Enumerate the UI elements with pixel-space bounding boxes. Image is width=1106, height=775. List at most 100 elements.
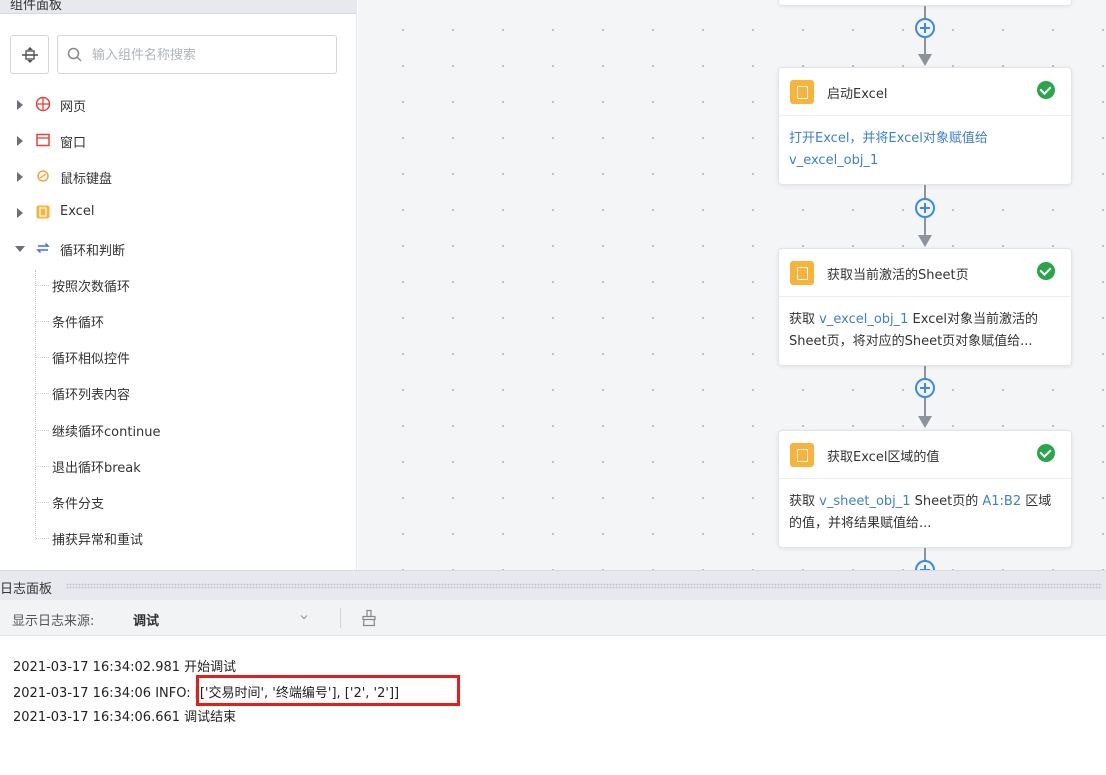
expand-collapse-icon bbox=[21, 46, 38, 63]
toolbar-divider bbox=[340, 608, 341, 628]
tree-item-try-catch-retry[interactable]: 捕获异常和重试 bbox=[36, 526, 336, 552]
arrow-down-icon bbox=[918, 235, 932, 247]
collapse-arrow-icon[interactable] bbox=[15, 246, 25, 252]
card-description: 打开Excel，并将Excel对象赋值给 v_excel_obj_1 bbox=[779, 116, 1071, 184]
tree-category-excel[interactable]: Excel bbox=[0, 199, 356, 227]
category-label: 鼠标键盘 bbox=[60, 172, 113, 187]
expand-arrow-icon[interactable] bbox=[17, 172, 23, 182]
category-label: 循环和判断 bbox=[60, 244, 126, 259]
flow-connector bbox=[910, 185, 940, 247]
add-step-plus-icon[interactable] bbox=[915, 560, 935, 570]
tree-connector bbox=[36, 393, 49, 394]
highlight-annotation-box bbox=[196, 675, 460, 706]
tree-connector bbox=[36, 466, 49, 467]
component-search-row bbox=[10, 35, 337, 74]
tree-item-loop-by-count[interactable]: 按照次数循环 bbox=[36, 273, 336, 299]
tree-item-label: 退出循环break bbox=[52, 461, 141, 476]
window-icon bbox=[36, 133, 50, 147]
card-variable: A1:B2 bbox=[982, 494, 1022, 509]
resize-grip[interactable] bbox=[66, 583, 1102, 589]
chevron-down-icon[interactable] bbox=[300, 613, 308, 621]
log-source-label: 显示日志来源: bbox=[12, 614, 95, 629]
tree-connector bbox=[36, 357, 49, 358]
tree-item-label: 循环相似控件 bbox=[52, 352, 131, 367]
tree-item-label: 捕获异常和重试 bbox=[52, 533, 144, 548]
log-panel-header[interactable]: 日志面板 bbox=[0, 570, 1106, 600]
card-header: 获取当前激活的Sheet页 bbox=[779, 249, 1071, 297]
card-title: 启动Excel bbox=[827, 87, 888, 102]
flow-card-get-active-sheet[interactable]: 获取当前激活的Sheet页 获取 v_excel_obj_1 Excel对象当前… bbox=[778, 248, 1072, 366]
card-desc-text: 获取 bbox=[789, 312, 820, 327]
card-header: 启动Excel bbox=[779, 68, 1071, 116]
mouse-keyboard-icon bbox=[37, 170, 49, 182]
category-label: Excel bbox=[60, 204, 95, 219]
expand-arrow-icon[interactable] bbox=[17, 208, 23, 218]
flow-connector bbox=[910, 366, 940, 428]
card-title: 获取Excel区域的值 bbox=[827, 450, 940, 465]
category-label: 窗口 bbox=[60, 136, 87, 151]
expand-arrow-icon[interactable] bbox=[17, 100, 23, 110]
card-desc-text: 获取 bbox=[789, 494, 820, 509]
tree-connector bbox=[36, 538, 49, 539]
globe-icon bbox=[35, 96, 51, 112]
tree-item-break[interactable]: 退出循环break bbox=[36, 454, 336, 480]
component-panel: 组件面板 网页 bbox=[0, 0, 357, 570]
tree-item-loop-similar-controls[interactable]: 循环相似控件 bbox=[36, 345, 336, 371]
excel-icon bbox=[790, 261, 814, 285]
arrow-down-icon bbox=[918, 54, 932, 66]
search-icon bbox=[67, 47, 82, 62]
success-check-icon bbox=[1037, 81, 1055, 99]
arrow-down-icon bbox=[918, 416, 932, 428]
flow-connector bbox=[910, 6, 940, 66]
tree-item-loop-list[interactable]: 循环列表内容 bbox=[36, 381, 336, 407]
log-panel-title: 日志面板 bbox=[0, 582, 53, 597]
clear-log-icon[interactable] bbox=[360, 609, 378, 627]
tree-item-label: 继续循环continue bbox=[52, 425, 161, 440]
flow-card-get-range-value[interactable]: 获取Excel区域的值 获取 v_sheet_obj_1 Sheet页的 A1:… bbox=[778, 430, 1072, 548]
tree-connector bbox=[36, 502, 49, 503]
tree-item-if-branch[interactable]: 条件分支 bbox=[36, 490, 336, 516]
card-header: 获取Excel区域的值 bbox=[779, 431, 1071, 479]
component-search-box[interactable] bbox=[57, 35, 337, 74]
tree-item-label: 按照次数循环 bbox=[52, 280, 131, 295]
card-variable: v_excel_obj_1 bbox=[789, 153, 879, 168]
tree-category-window[interactable]: 窗口 bbox=[0, 127, 356, 155]
log-line: 2021-03-17 16:34:06.661 调试结束 bbox=[13, 710, 237, 725]
log-toolbar: 显示日志来源: 调试 bbox=[0, 600, 1106, 636]
tree-item-label: 条件分支 bbox=[52, 497, 105, 512]
add-step-plus-icon[interactable] bbox=[915, 198, 935, 218]
card-desc-text: Sheet页的 bbox=[910, 494, 983, 509]
component-panel-header: 组件面板 bbox=[0, 0, 356, 14]
card-title: 获取当前激活的Sheet页 bbox=[827, 268, 969, 283]
card-description: 获取 v_sheet_obj_1 Sheet页的 A1:B2 区域的值，并将结果… bbox=[779, 479, 1071, 547]
card-desc-text: 打开Excel，并将Excel对象赋值给 bbox=[789, 131, 988, 146]
expand-arrow-icon[interactable] bbox=[17, 136, 23, 146]
add-step-plus-icon[interactable] bbox=[915, 18, 935, 38]
tree-connector bbox=[36, 430, 49, 431]
tree-item-label: 条件循环 bbox=[52, 316, 105, 331]
card-variable: v_sheet_obj_1 bbox=[819, 494, 911, 509]
card-variable: v_excel_obj_1 bbox=[819, 312, 909, 327]
excel-icon bbox=[790, 443, 814, 467]
category-label: 网页 bbox=[60, 100, 87, 115]
component-search-input[interactable] bbox=[92, 45, 327, 65]
loop-icon bbox=[36, 242, 50, 254]
excel-icon bbox=[790, 80, 814, 104]
success-check-icon bbox=[1037, 262, 1055, 280]
excel-icon bbox=[36, 205, 50, 219]
tree-item-continue[interactable]: 继续循环continue bbox=[36, 418, 336, 444]
tree-item-conditional-loop[interactable]: 条件循环 bbox=[36, 309, 336, 335]
tree-category-web[interactable]: 网页 bbox=[0, 91, 356, 119]
tree-category-loop[interactable]: 循环和判断 bbox=[0, 235, 356, 263]
flow-connector bbox=[910, 548, 940, 570]
tree-category-mouse-keyboard[interactable]: 鼠标键盘 bbox=[0, 163, 356, 191]
log-source-select[interactable]: 调试 bbox=[133, 610, 159, 629]
collapse-toggle-button[interactable] bbox=[10, 35, 49, 74]
flow-canvas[interactable]: 启动Excel 打开Excel，并将Excel对象赋值给 v_excel_obj… bbox=[358, 0, 1106, 570]
add-step-plus-icon[interactable] bbox=[915, 378, 935, 398]
tree-connector bbox=[36, 285, 49, 286]
success-check-icon bbox=[1037, 444, 1055, 462]
flow-card-start-excel[interactable]: 启动Excel 打开Excel，并将Excel对象赋值给 v_excel_obj… bbox=[778, 67, 1072, 185]
tree-item-label: 循环列表内容 bbox=[52, 388, 131, 403]
tree-connector bbox=[36, 321, 49, 322]
